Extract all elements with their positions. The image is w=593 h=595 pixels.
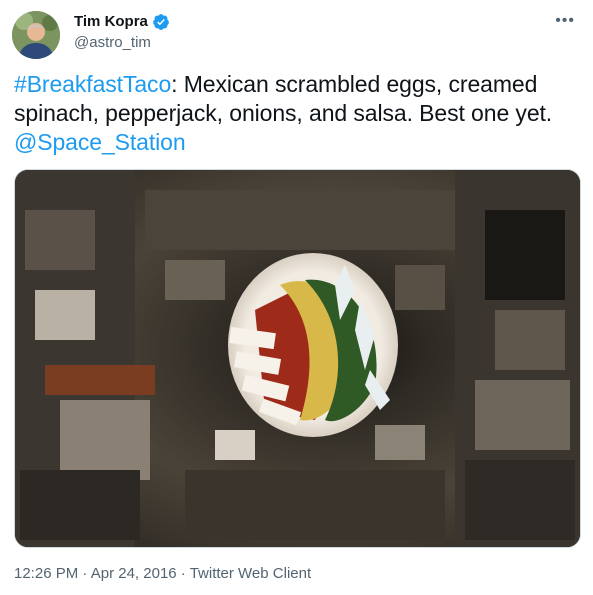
more-options-icon[interactable]: •••: [555, 11, 575, 31]
meta-separator: ·: [78, 565, 91, 582]
mention-link[interactable]: @Space_Station: [14, 129, 186, 155]
author-handle[interactable]: @astro_tim: [74, 33, 151, 53]
tweet-meta: 12:26 PM · Apr 24, 2016 · Twitter Web Cl…: [14, 564, 311, 584]
author-name-row[interactable]: Tim Kopra: [74, 12, 170, 32]
tweet-client: Twitter Web Client: [189, 565, 312, 582]
hashtag-link[interactable]: #BreakfastTaco: [14, 71, 171, 97]
author-avatar[interactable]: [12, 11, 60, 59]
tweet-time[interactable]: 12:26 PM: [14, 565, 78, 582]
tweet-date[interactable]: Apr 24, 2016: [91, 565, 177, 582]
meta-separator: ·: [176, 565, 190, 582]
author-display-name[interactable]: Tim Kopra: [74, 12, 148, 32]
tweet-text: #BreakfastTaco: Mexican scrambled eggs, …: [14, 70, 584, 157]
tweet-photo[interactable]: [14, 169, 581, 548]
verified-badge-icon: [152, 13, 170, 31]
